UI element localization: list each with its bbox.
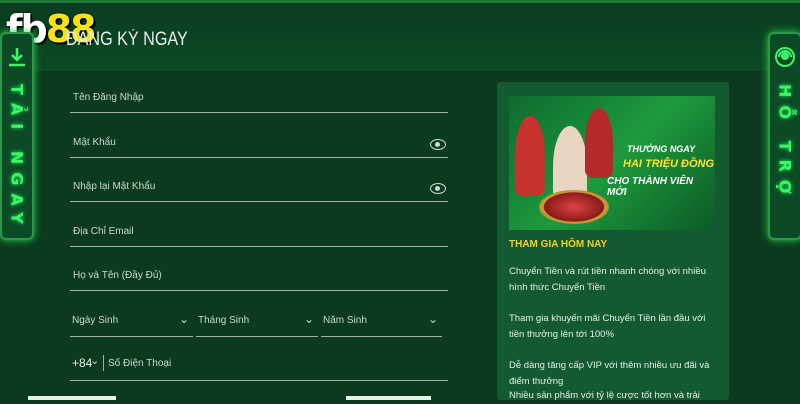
promo-banner[interactable]: THƯỞNG NGAY HAI TRIỆU ĐỒNG CHO THÀNH VIÊ… bbox=[509, 96, 715, 230]
username-placeholder: Tên Đăng Nhập bbox=[73, 92, 144, 103]
promo-text-3: Dễ dàng tăng cấp VIP với thêm nhiều ưu đ… bbox=[509, 360, 710, 387]
divider bbox=[103, 355, 104, 371]
eye-icon[interactable] bbox=[430, 139, 446, 150]
phone-field[interactable]: +84 ⌄ Số Điện Thoại bbox=[70, 350, 448, 381]
username-field[interactable]: Tên Đăng Nhập bbox=[70, 82, 448, 113]
password-confirm-field[interactable]: Nhập lại Mật Khẩu bbox=[70, 171, 448, 202]
support-tab[interactable]: HỖ TRỢ bbox=[768, 32, 800, 240]
fullname-placeholder: Họ và Tên (Đầy Đủ) bbox=[73, 270, 162, 281]
banner-line-2: HAI TRIỆU ĐỒNG bbox=[623, 158, 715, 170]
chevron-down-icon: ⌄ bbox=[178, 312, 189, 326]
page-title: ĐĂNG KÝ NGAY bbox=[66, 29, 188, 50]
download-now-label: TẢI NGAY bbox=[7, 84, 27, 232]
header-bar: fb88 ĐĂNG KÝ NGAY bbox=[0, 0, 800, 71]
dob-year-label: Năm Sinh bbox=[323, 315, 367, 326]
email-field[interactable]: Địa Chỉ Email bbox=[70, 216, 448, 247]
promo-heading: THAM GIA HÔM NAY bbox=[509, 239, 608, 250]
roulette-wheel bbox=[539, 190, 609, 224]
banner-line-3: CHO THÀNH VIÊN MỚI bbox=[607, 176, 694, 198]
chevron-down-icon: ⌄ bbox=[427, 312, 438, 326]
banner-line-1: THƯỞNG NGAY bbox=[627, 144, 696, 154]
fullname-field[interactable]: Họ và Tên (Đầy Đủ) bbox=[70, 260, 448, 291]
promo-text-2: Tham gia khuyến mãi Chuyển Tiền lần đầu … bbox=[509, 313, 706, 340]
support-label: HỖ TRỢ bbox=[775, 84, 795, 202]
player-figure bbox=[585, 108, 613, 178]
dob-month-select[interactable]: Tháng Sinh ⌄ bbox=[196, 310, 318, 337]
download-now-tab[interactable]: TẢI NGAY bbox=[0, 32, 34, 240]
phone-placeholder: Số Điện Thoại bbox=[108, 358, 172, 369]
chevron-down-icon: ⌄ bbox=[90, 355, 100, 367]
dob-day-select[interactable]: Ngày Sinh ⌄ bbox=[70, 310, 193, 337]
password-field[interactable]: Mật Khẩu bbox=[70, 127, 448, 158]
eye-icon[interactable] bbox=[430, 183, 446, 194]
download-icon bbox=[6, 46, 28, 68]
player-figure bbox=[515, 116, 545, 196]
support-agent-icon bbox=[774, 46, 796, 68]
dob-year-select[interactable]: Năm Sinh ⌄ bbox=[321, 310, 442, 337]
chevron-down-icon: ⌄ bbox=[303, 312, 314, 326]
dob-day-label: Ngày Sinh bbox=[72, 315, 119, 326]
password-placeholder: Mật Khẩu bbox=[73, 137, 116, 148]
email-placeholder: Địa Chỉ Email bbox=[73, 226, 134, 237]
dob-month-label: Tháng Sinh bbox=[198, 315, 250, 326]
password-confirm-placeholder: Nhập lại Mật Khẩu bbox=[73, 181, 156, 192]
promo-panel: THƯỞNG NGAY HAI TRIỆU ĐỒNG CHO THÀNH VIÊ… bbox=[497, 82, 729, 401]
promo-text-4: Nhiều sản phẩm với tỷ lệ cược tốt hơn và… bbox=[509, 390, 700, 401]
promo-text-1: Chuyển Tiền và rút tiền nhanh chóng với … bbox=[509, 266, 706, 293]
